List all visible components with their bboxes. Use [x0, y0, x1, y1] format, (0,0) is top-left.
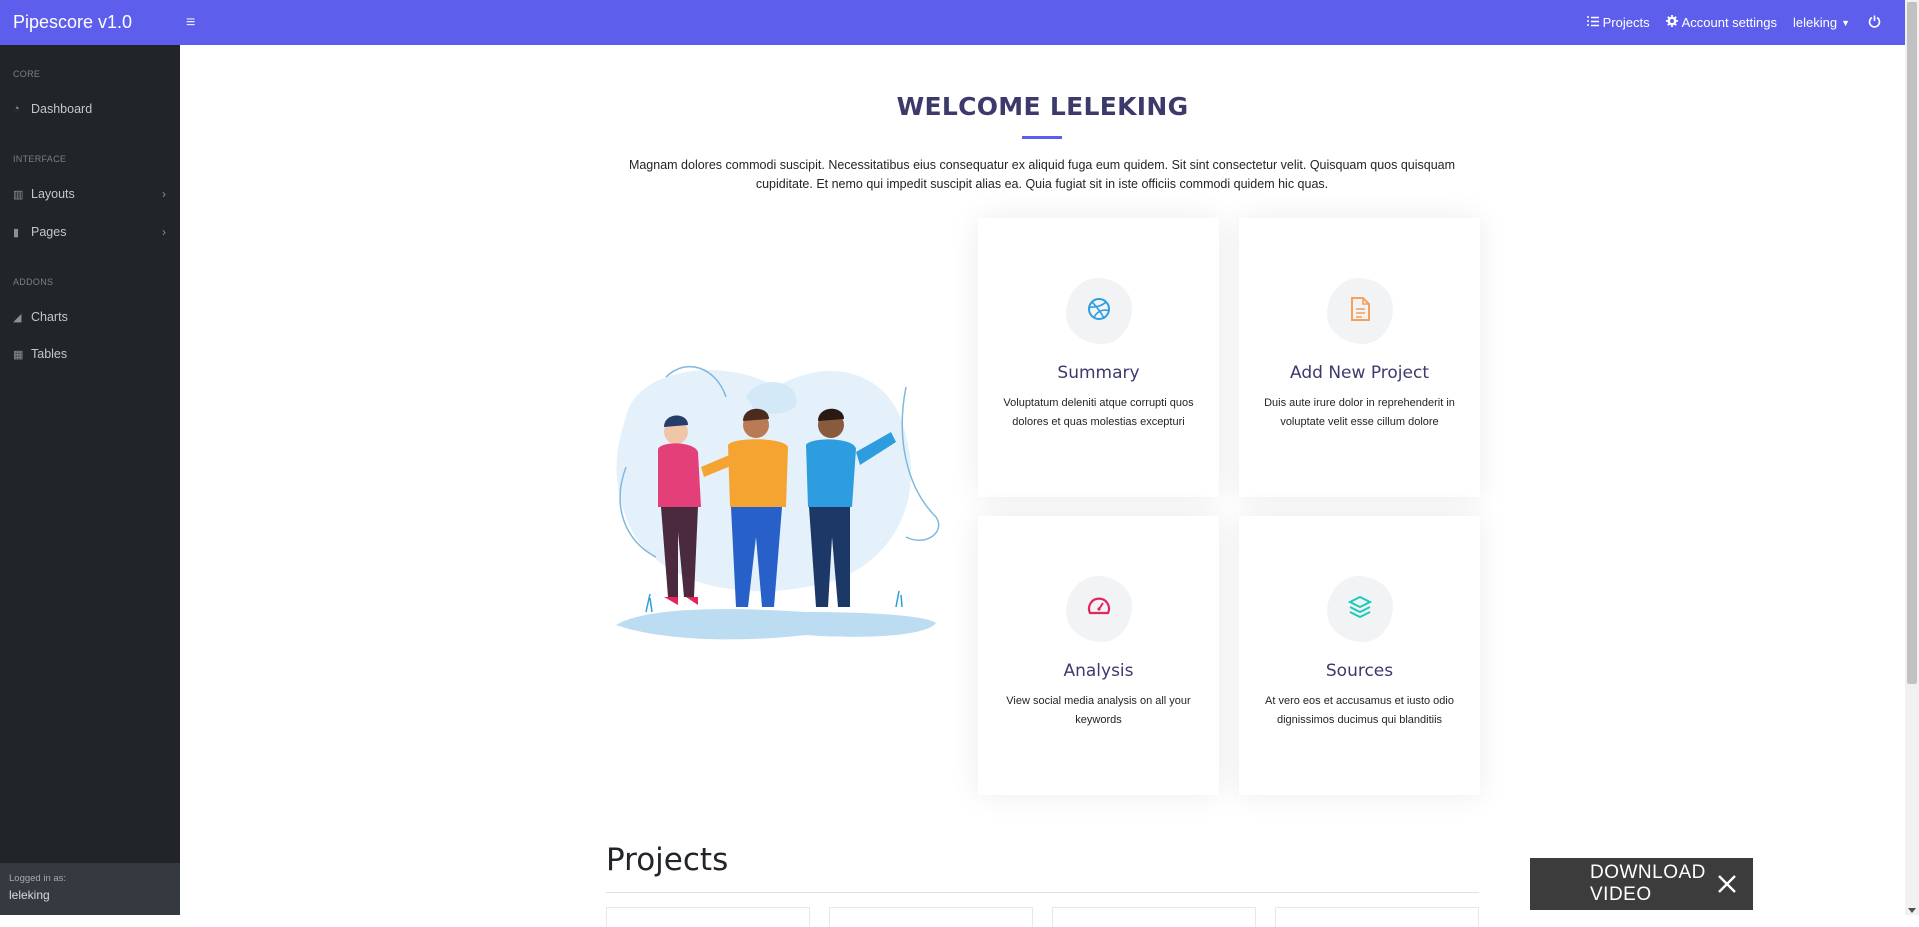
card-title: Summary — [1057, 363, 1140, 383]
sidebar-item-label: Dashboard — [31, 102, 93, 116]
scroll-down-arrow-icon[interactable] — [1908, 908, 1916, 913]
team-illustration — [606, 357, 946, 647]
speedometer-icon — [1087, 597, 1111, 622]
sidebar-item-label: Pages — [31, 225, 67, 239]
icon-blob — [1326, 278, 1393, 344]
projects-link[interactable]: Projects — [1586, 15, 1650, 30]
sidebar-item-label: Tables — [31, 347, 68, 361]
sidebar-heading-core: CORE — [13, 69, 41, 79]
account-settings-link[interactable]: Account settings — [1665, 15, 1777, 30]
navbar-right: Projects Account settings leleking ▼ — [1586, 0, 1881, 45]
layers-icon — [1347, 595, 1372, 624]
sidebar-item-charts[interactable]: ◢ Charts — [0, 302, 180, 332]
chevron-right-icon: › — [162, 187, 166, 201]
download-video-button[interactable]: DOWNLOAD VIDEO — [1530, 858, 1753, 910]
list-check-icon — [1586, 15, 1599, 30]
sidebar-heading-interface: INTERFACE — [13, 154, 67, 164]
brand-logo[interactable]: Pipescore v1.0 — [0, 12, 180, 33]
card-description: Duis aute irure dolor in reprehenderit i… — [1264, 397, 1455, 428]
icon-blob — [1326, 576, 1393, 642]
project-card[interactable] — [1052, 907, 1256, 927]
sidebar-item-pages[interactable]: ▮ Pages › — [0, 217, 180, 247]
sources-card[interactable]: Sources At vero eos et accusamus et iust… — [1239, 516, 1480, 795]
sidebar-footer: Logged in as: leleking — [0, 863, 180, 915]
project-card[interactable] — [606, 907, 810, 927]
top-navbar: Pipescore v1.0 ≡ Projects Account settin… — [0, 0, 1919, 45]
projects-divider — [606, 892, 1479, 893]
user-dropdown-label: leleking — [1792, 15, 1838, 30]
power-icon[interactable] — [1868, 15, 1881, 31]
summary-card[interactable]: Summary Voluptatum deleniti atque corrup… — [978, 218, 1219, 497]
sidebar-item-layouts[interactable]: ▥ Layouts › — [0, 179, 180, 209]
card-description: At vero eos et accusamus et iusto odio d… — [1265, 695, 1454, 726]
sidebar-item-dashboard[interactable]: ◔ Dashboard — [0, 94, 180, 124]
card-description: View social media analysis on all your k… — [1006, 695, 1191, 726]
dribbble-icon — [1087, 297, 1111, 326]
caret-down-icon: ▼ — [1841, 17, 1850, 28]
add-new-project-card[interactable]: Add New Project Duis aute irure dolor in… — [1239, 218, 1480, 497]
vertical-scrollbar[interactable] — [1905, 0, 1919, 915]
icon-blob — [1065, 576, 1132, 642]
table-icon: ▦ — [13, 348, 24, 361]
analysis-card[interactable]: Analysis View social media analysis on a… — [978, 516, 1219, 795]
logged-in-label: Logged in as: — [9, 873, 67, 884]
icon-blob — [1065, 278, 1132, 344]
page-title: WELCOME LELEKING — [896, 92, 1189, 121]
dashboard-icon: ◔ — [13, 103, 20, 115]
sidebar-item-tables[interactable]: ▦ Tables — [0, 339, 180, 369]
main-content: WELCOME LELEKING Magnam dolores commodi … — [180, 45, 1905, 927]
gear-icon — [1665, 15, 1678, 30]
projects-heading: Projects — [606, 842, 729, 878]
chevron-right-icon: › — [162, 225, 166, 239]
card-title: Analysis — [1063, 661, 1134, 681]
user-dropdown[interactable]: leleking ▼ — [1793, 15, 1850, 30]
columns-icon: ▥ — [13, 188, 24, 201]
project-card[interactable] — [1275, 907, 1479, 927]
sidebar: CORE ◔ Dashboard INTERFACE ▥ Layouts › ▮… — [0, 45, 180, 915]
card-description: Voluptatum deleniti atque corrupti quos … — [1003, 397, 1194, 428]
sidebar-toggle-icon[interactable]: ≡ — [186, 14, 195, 32]
close-icon[interactable] — [1713, 870, 1741, 898]
logged-in-username: leleking — [9, 888, 50, 902]
project-card[interactable] — [829, 907, 1033, 927]
sidebar-item-label: Charts — [31, 310, 68, 324]
chart-area-icon: ◢ — [13, 311, 22, 324]
title-underline — [1022, 136, 1062, 139]
projects-link-label: Projects — [1602, 15, 1650, 30]
intro-text: Magnam dolores commodi suscipit. Necessi… — [628, 158, 1456, 191]
account-settings-label: Account settings — [1681, 15, 1777, 30]
card-title: Sources — [1325, 661, 1394, 681]
book-icon: ▮ — [13, 226, 20, 239]
file-text-icon — [1349, 296, 1371, 326]
sidebar-item-label: Layouts — [31, 187, 75, 201]
scrollbar-thumb[interactable] — [1907, 2, 1917, 684]
sidebar-heading-addons: ADDONS — [13, 277, 54, 287]
card-title: Add New Project — [1290, 363, 1429, 383]
